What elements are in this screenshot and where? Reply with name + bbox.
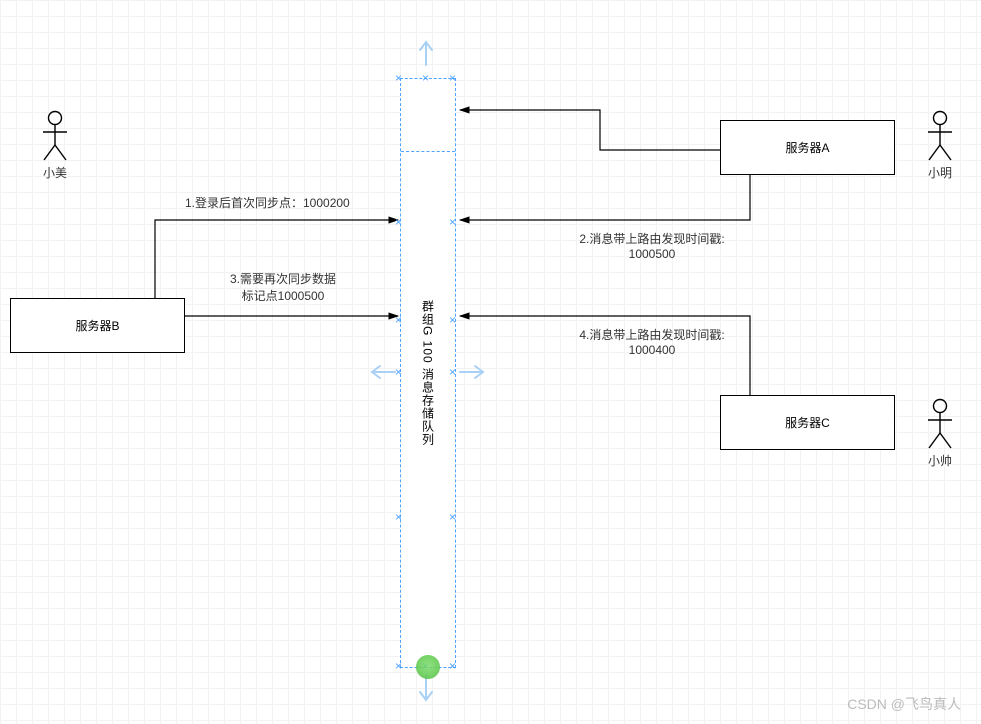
label-4: 4.消息带上路由发现时间戳: 1000400 xyxy=(562,326,742,357)
server-c-box[interactable]: 服务器C xyxy=(720,395,895,450)
connectors-layer xyxy=(0,0,981,724)
actor-right-bottom[interactable]: 小帅 xyxy=(920,398,960,468)
actor-right-bottom-name: 小帅 xyxy=(920,452,960,469)
queue-box[interactable]: 群组G 100 消息存储队列 xyxy=(400,78,456,668)
label-4-line1: 4.消息带上路由发现时间戳: xyxy=(562,326,742,343)
server-a-label: 服务器A xyxy=(785,139,829,156)
label-3-line1: 3.需要再次同步数据 xyxy=(230,270,336,287)
label-1: 1.登录后首次同步点：1000200 xyxy=(185,194,350,211)
label-2: 2.消息带上路由发现时间戳: 1000500 xyxy=(562,230,742,261)
queue-divider-1 xyxy=(401,151,455,152)
label-4-line2: 1000400 xyxy=(562,343,742,357)
watermark: CSDN @飞鸟真人 xyxy=(847,694,961,714)
actor-left[interactable]: 小美 xyxy=(35,110,75,180)
diagram-canvas[interactable]: 群组G 100 消息存储队列 服务器B 服务器A 服务器C 1.登录后首次同步点… xyxy=(0,0,981,724)
actor-left-name: 小美 xyxy=(35,164,75,181)
label-3: 3.需要再次同步数据 标记点1000500 xyxy=(230,270,336,304)
actor-right-top[interactable]: 小明 xyxy=(920,110,960,180)
label-2-line1: 2.消息带上路由发现时间戳: xyxy=(562,230,742,247)
label-2-line2: 1000500 xyxy=(562,247,742,261)
server-b-box[interactable]: 服务器B xyxy=(10,298,185,353)
actor-right-top-name: 小明 xyxy=(920,164,960,181)
server-b-label: 服务器B xyxy=(75,317,119,334)
server-c-label: 服务器C xyxy=(785,414,830,431)
server-a-box[interactable]: 服务器A xyxy=(720,120,895,175)
queue-title: 群组G 100 消息存储队列 xyxy=(420,300,437,446)
add-node-dot[interactable] xyxy=(416,655,440,679)
label-3-line2: 标记点1000500 xyxy=(230,287,336,304)
